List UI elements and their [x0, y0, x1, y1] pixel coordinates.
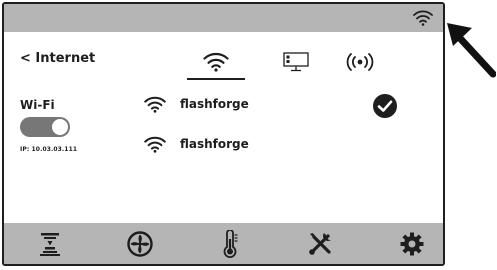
hotspot-icon	[346, 53, 374, 71]
toggle-knob	[52, 119, 68, 135]
tab-wifi[interactable]	[187, 48, 245, 80]
fan-icon	[127, 231, 153, 257]
nav-fan-button[interactable]	[124, 229, 156, 259]
wifi-icon	[203, 52, 229, 72]
print-job-icon	[40, 233, 60, 256]
wifi-label: Wi-Fi	[20, 98, 55, 112]
pointer-arrow	[447, 23, 496, 78]
nav-tools-button[interactable]	[304, 229, 336, 259]
bottom-navigation	[4, 223, 443, 264]
network-name: flashforge	[180, 97, 249, 111]
back-button[interactable]: < Internet	[20, 51, 95, 66]
wifi-icon	[413, 10, 433, 26]
nav-temperature-button[interactable]	[214, 229, 246, 259]
tab-hotspot[interactable]	[331, 48, 389, 80]
wifi-icon	[144, 96, 166, 113]
nav-print-button[interactable]	[34, 229, 66, 259]
wifi-icon	[144, 136, 166, 153]
tab-ethernet[interactable]	[267, 48, 325, 80]
nav-settings-button[interactable]	[396, 229, 428, 259]
status-bar	[4, 4, 443, 32]
gear-icon	[400, 232, 424, 256]
ethernet-icon	[283, 52, 309, 72]
ip-address: IP: 10.03.03.111	[20, 146, 78, 153]
device-screen: < Internet Wi-Fi IP: 10.03.03.111 flashf…	[2, 2, 445, 266]
checkmark-icon	[373, 94, 397, 118]
wifi-toggle[interactable]	[20, 117, 70, 137]
thermometer-icon	[223, 230, 238, 258]
tools-icon	[309, 233, 331, 255]
network-name: flashforge	[180, 137, 249, 151]
